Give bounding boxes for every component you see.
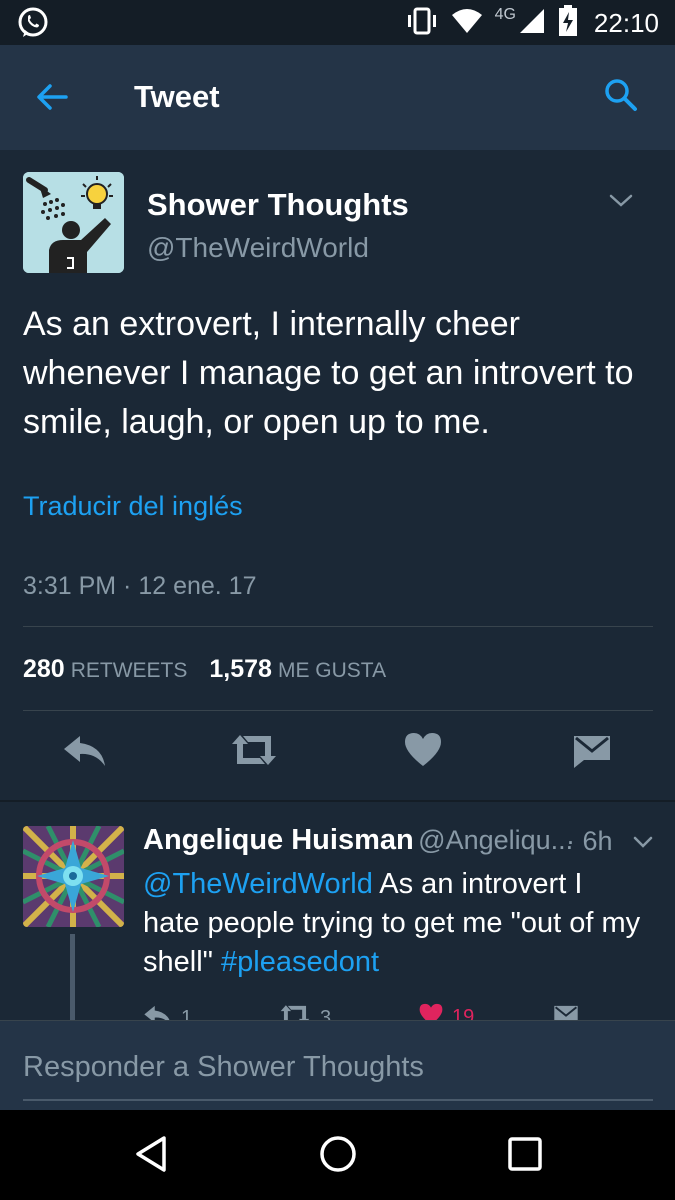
search-icon[interactable] [603,77,639,118]
vibrate-icon [405,7,439,40]
message-icon [553,1002,579,1020]
divider [23,710,653,711]
timestamp: 3:31 PM · 12 ene. 17 [23,572,257,600]
heart-icon [418,1002,444,1020]
wifi-icon [451,7,483,40]
retweets-label[interactable]: RETWEETS [71,659,188,682]
tweet-actions [0,730,675,800]
recents-square-icon[interactable] [507,1134,543,1179]
clock: 22:10 [593,7,659,38]
reply-like-button[interactable]: 19 [418,1002,474,1020]
reply-input[interactable]: Responder a Shower Thoughts [23,1051,424,1084]
hashtag-link[interactable]: #pleasedont [221,946,379,978]
signal-icon [518,7,546,40]
thread-line [70,934,75,1020]
like-count: 19 [452,1005,475,1021]
author-handle[interactable]: @TheWeirdWorld [147,232,369,264]
heart-icon[interactable] [403,730,443,773]
chevron-down-icon[interactable] [608,190,634,215]
likes-count[interactable]: 1,578 [209,655,272,683]
reply-count: 1 [181,1006,193,1021]
likes-label[interactable]: ME GUSTA [278,659,386,682]
reply-composer[interactable]: Responder a Shower Thoughts [0,1020,675,1110]
app-bar: Tweet [0,45,675,150]
reply-author-name[interactable]: Angelique Huisman [143,824,414,856]
reply-reply-button[interactable]: 1 [143,1002,192,1020]
reply-avatar[interactable] [23,826,124,927]
system-nav-bar [0,1110,675,1200]
status-bar: 4G 22:10 [0,0,675,45]
input-underline [23,1099,653,1101]
reply-actions: 1 3 19 [143,1002,643,1020]
reply-text: @TheWeirdWorld As an introvert I hate pe… [143,865,643,982]
reply-icon [143,1002,173,1020]
mention-link[interactable]: @TheWeirdWorld [143,868,373,900]
retweet-icon [278,1002,312,1020]
reply-retweet-button[interactable]: 3 [278,1002,331,1020]
network-type: 4G [494,6,516,23]
arrow-left-icon[interactable] [34,79,70,120]
reply-author-handle[interactable]: @Angeliqu... [418,825,573,855]
author-name[interactable]: Shower Thoughts [147,187,409,223]
reply-tweet[interactable]: Angelique Huisman @Angeliqu... · 6h @The… [0,800,675,1020]
home-circle-icon[interactable] [318,1134,358,1179]
divider [23,626,653,627]
retweets-count[interactable]: 280 [23,655,65,683]
chevron-down-icon[interactable] [632,834,654,855]
tweet-stats: 280 RETWEETS 1,578 ME GUSTA [23,655,408,684]
tweet-text: As an extrovert, I internally cheer when… [23,305,634,441]
reply-icon[interactable] [62,730,108,775]
retweet-icon[interactable] [228,730,280,775]
retweet-count: 3 [320,1006,332,1021]
back-triangle-icon[interactable] [134,1134,168,1179]
message-icon[interactable] [572,730,612,775]
avatar[interactable] [23,172,124,273]
reply-time: · 6h [566,826,613,856]
translate-link[interactable]: Traducir del inglés [23,491,243,522]
whatsapp-icon [16,6,50,45]
reply-message-button[interactable] [553,1002,579,1020]
battery-charging-icon [558,4,578,42]
page-title: Tweet [134,79,220,114]
